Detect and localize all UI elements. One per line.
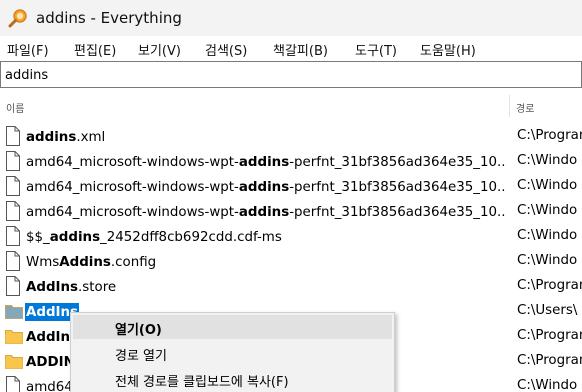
context-menu-item[interactable]: 열기(O) [73,315,392,339]
result-name-text: amd64 [25,378,74,392]
document-icon [5,251,21,271]
result-name-text: AddIns.store [25,278,117,296]
title-bar: addins - Everything [0,0,582,36]
document-icon [5,151,21,171]
result-path: C:\Windo [517,178,578,193]
menu-help[interactable]: 도움말(H) [420,40,476,59]
name-prefix: amd64_microsoft-windows-wpt- [26,205,239,220]
name-prefix: amd64_microsoft-windows-wpt- [26,155,239,170]
document-icon [5,276,21,296]
context-menu: 열기(O) 경로 열기전체 경로를 클립보드에 복사(F) [70,312,395,392]
search-input[interactable] [5,65,565,85]
name-match: addins [26,130,77,145]
document-icon [5,126,21,146]
column-name-header[interactable]: 이름 [6,100,24,115]
name-suffix: -perfnt_31bf3856ad364e35_10.... [289,155,505,170]
result-name: AddIns.store [25,276,505,296]
result-path: C:\Users\ [517,303,578,318]
name-match: Addins [59,255,111,270]
search-box [0,61,582,88]
name-prefix: amd64_microsoft-windows-wpt- [26,180,239,195]
document-icon [5,226,21,246]
column-divider[interactable] [509,95,510,117]
magnifier-app-icon [8,8,28,28]
result-name-text: amd64_microsoft-windows-wpt-addins-perfn… [25,203,505,221]
menu-search[interactable]: 검색(S) [205,40,247,59]
result-name-text: WmsAddins.config [25,253,157,271]
context-menu-item[interactable]: 경로 열기 [73,341,392,365]
result-path: C:\Program [517,328,582,343]
result-path: C:\Windo [517,253,578,268]
document-icon [5,176,21,196]
result-row[interactable]: $$_addins_2452dff8cb692cdd.cdf-ms C:\Wind… [0,223,582,248]
window-title: addins - Everything [36,9,182,27]
folder-icon [5,326,23,346]
result-path: C:\Program [517,353,582,368]
name-match: addins [49,230,101,245]
name-suffix: -perfnt_31bf3856ad364e35_10.... [289,205,505,220]
folder-icon [5,301,23,321]
name-match: AddIns [26,280,79,295]
result-row[interactable]: addins.xml C:\Program [0,123,582,148]
result-row[interactable]: amd64_microsoft-windows-wpt-addins-perfn… [0,173,582,198]
name-suffix: _2452dff8cb692cdd.cdf-ms [100,230,282,245]
menu-tools[interactable]: 도구(T) [355,40,397,59]
name-match: addins [238,205,290,220]
document-icon [5,201,21,221]
result-name: $$_addins_2452dff8cb692cdd.cdf-ms [25,226,505,246]
context-menu-label: 전체 경로를 클립보드에 복사(F) [115,375,289,390]
result-name: amd64_microsoft-windows-wpt-addins-perfn… [25,201,505,221]
result-name: addins.xml [25,126,505,146]
name-suffix: -perfnt_31bf3856ad364e35_10.... [289,180,505,195]
menu-bookmarks[interactable]: 책갈피(B) [273,40,328,59]
result-path: C:\Windo [517,153,578,168]
context-menu-item[interactable]: 전체 경로를 클립보드에 복사(F) [73,367,392,391]
result-name-text: amd64_microsoft-windows-wpt-addins-perfn… [25,153,505,171]
result-name-text: $$_addins_2452dff8cb692cdd.cdf-ms [25,228,283,246]
name-suffix: .store [78,280,117,295]
document-icon [5,376,21,392]
result-path: C:\Windo [517,228,578,243]
name-suffix: .config [110,255,157,270]
menu-file[interactable]: 파일(F) [7,40,49,59]
result-row[interactable]: WmsAddins.config C:\Windo [0,248,582,273]
result-path: C:\Program [517,278,582,293]
result-path: C:\Windo [517,203,578,218]
result-path: C:\Program [517,128,582,143]
name-prefix: Wms [26,255,60,270]
folder-icon [5,351,23,371]
result-name-text: amd64_microsoft-windows-wpt-addins-perfn… [25,178,505,196]
result-name: amd64_microsoft-windows-wpt-addins-perfn… [25,176,505,196]
result-name: amd64_microsoft-windows-wpt-addins-perfn… [25,151,505,171]
name-match: addins [238,155,290,170]
result-row[interactable]: amd64_microsoft-windows-wpt-addins-perfn… [0,198,582,223]
column-header: 이름 경로 [0,93,582,119]
name-match: addins [238,180,290,195]
column-path-header[interactable]: 경로 [516,100,534,115]
result-name-text: addins.xml [25,128,106,146]
menu-view[interactable]: 보기(V) [138,40,181,59]
context-menu-label: 경로 열기 [115,349,167,364]
name-prefix: $$_ [26,230,50,245]
result-row[interactable]: amd64_microsoft-windows-wpt-addins-perfn… [0,148,582,173]
result-path: C:\Windo [517,378,578,392]
result-row[interactable]: AddIns.store C:\Program [0,273,582,298]
name-prefix: amd64 [26,380,73,392]
name-suffix: .xml [76,130,106,145]
menu-edit[interactable]: 편집(E) [74,40,116,59]
result-name: WmsAddins.config [25,251,505,271]
menu-bar: 파일(F) 편집(E) 보기(V) 검색(S) 책갈피(B) 도구(T) 도움말… [0,36,582,60]
context-menu-label: 열기(O) [115,323,162,338]
everything-window: addins - Everything 파일(F) 편집(E) 보기(V) 검색… [0,0,582,392]
